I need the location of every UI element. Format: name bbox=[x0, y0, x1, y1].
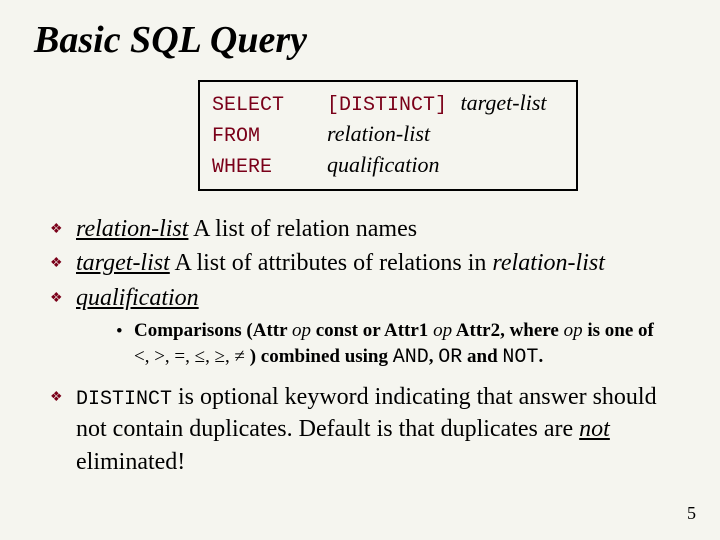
op-italic: op bbox=[433, 320, 452, 341]
term-qualification: qualification bbox=[76, 285, 199, 311]
bullet-text: DISTINCT is optional keyword indicating … bbox=[76, 381, 680, 478]
diamond-icon: ❖ bbox=[50, 213, 76, 240]
sub-bullet: • Comparisons (Attr op const or Attr1 op… bbox=[116, 318, 680, 371]
query-select-row: SELECT [DISTINCT] target-list bbox=[212, 88, 566, 119]
or-keyword: OR bbox=[438, 346, 462, 369]
sub-bullet-text: Comparisons (Attr op const or Attr1 op A… bbox=[134, 318, 654, 371]
slide: Basic SQL Query SELECT [DISTINCT] target… bbox=[0, 0, 720, 540]
text-segment: . bbox=[538, 346, 543, 367]
not-underlined: not bbox=[579, 416, 610, 442]
diamond-icon: ❖ bbox=[50, 381, 76, 408]
bullet-dot-icon: • bbox=[116, 318, 134, 345]
page-title: Basic SQL Query bbox=[34, 18, 692, 62]
select-arg: target-list bbox=[461, 90, 547, 115]
distinct-keyword: DISTINCT bbox=[76, 388, 172, 411]
bullet-list: ❖ relation-list A list of relation names… bbox=[28, 213, 692, 478]
bullet-target-list: ❖ target-list A list of attributes of re… bbox=[50, 247, 680, 279]
text-segment: , bbox=[429, 346, 439, 367]
where-keyword: WHERE bbox=[212, 154, 327, 181]
page-number: 5 bbox=[687, 503, 696, 524]
from-arg: relation-list bbox=[327, 119, 430, 149]
text-segment: Comparisons (Attr bbox=[134, 320, 292, 341]
not-keyword: NOT bbox=[502, 346, 538, 369]
bullet-qualification: ❖ qualification bbox=[50, 282, 680, 314]
distinct-keyword: [DISTINCT] bbox=[327, 94, 447, 117]
select-keyword: SELECT bbox=[212, 92, 327, 119]
diamond-icon: ❖ bbox=[50, 247, 76, 274]
diamond-icon: ❖ bbox=[50, 282, 76, 309]
sub-bullet-comparisons: • Comparisons (Attr op const or Attr1 op… bbox=[116, 318, 680, 371]
text-segment: A list of attributes of relations in bbox=[170, 250, 493, 276]
and-keyword: AND bbox=[393, 346, 429, 369]
bullet-text: qualification bbox=[76, 282, 680, 314]
operators: <, >, =, ≤, ≥, ≠ bbox=[134, 346, 245, 367]
bullet-text: relation-list A list of relation names bbox=[76, 213, 680, 245]
bullet-distinct: ❖ DISTINCT is optional keyword indicatin… bbox=[50, 381, 680, 478]
term-relation-list: relation-list bbox=[76, 216, 188, 242]
text-segment: const or Attr1 bbox=[311, 320, 433, 341]
query-where-row: WHERE qualification bbox=[212, 150, 566, 181]
term-target-list: target-list bbox=[76, 250, 170, 276]
text-segment: A list of relation names bbox=[188, 216, 417, 242]
op-italic: op bbox=[292, 320, 311, 341]
text-italic: relation-list bbox=[492, 250, 604, 276]
text-segment: Attr2, where bbox=[452, 320, 564, 341]
from-keyword: FROM bbox=[212, 123, 327, 150]
text-segment: ) combined using bbox=[245, 346, 393, 367]
bullet-text: target-list A list of attributes of rela… bbox=[76, 247, 680, 279]
sql-query-box: SELECT [DISTINCT] target-list FROM relat… bbox=[198, 80, 578, 191]
text-segment: and bbox=[462, 346, 502, 367]
bullet-relation-list: ❖ relation-list A list of relation names bbox=[50, 213, 680, 245]
text-segment: is one of bbox=[583, 320, 654, 341]
where-arg: qualification bbox=[327, 150, 439, 180]
text-segment: eliminated! bbox=[76, 449, 185, 475]
query-from-row: FROM relation-list bbox=[212, 119, 566, 150]
op-italic: op bbox=[564, 320, 583, 341]
